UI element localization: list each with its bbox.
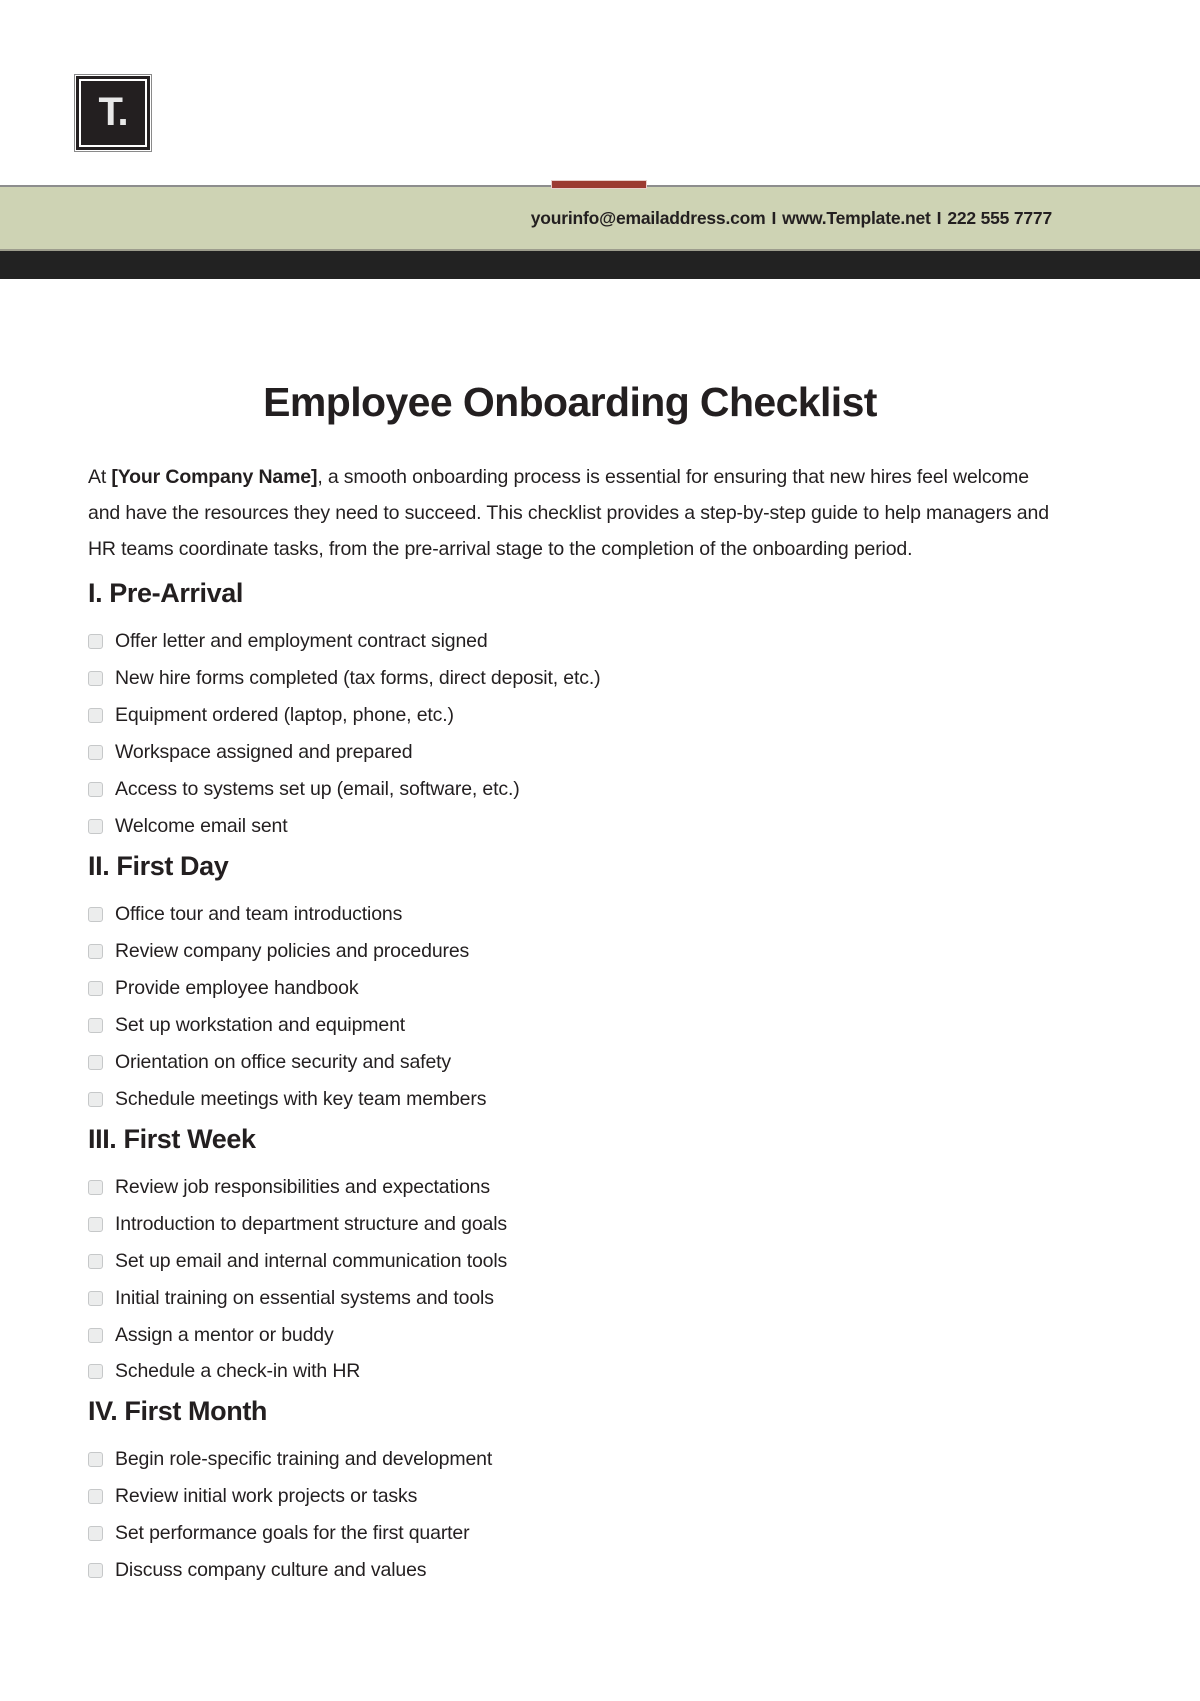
- contact-phone[interactable]: 222 555 7777: [947, 208, 1052, 228]
- contact-line: yourinfo@emailaddress.com Iwww.Template.n…: [531, 208, 1052, 229]
- checklist-item[interactable]: Provide employee handbook: [88, 976, 1052, 1001]
- checklist-item[interactable]: Set up workstation and equipment: [88, 1013, 1052, 1038]
- red-accent-bar: [551, 180, 647, 189]
- contact-website[interactable]: www.Template.net: [782, 208, 931, 228]
- checkbox-unchecked-icon[interactable]: [88, 907, 103, 922]
- checklist-item[interactable]: Introduction to department structure and…: [88, 1212, 1052, 1237]
- checkbox-unchecked-icon[interactable]: [88, 819, 103, 835]
- checkbox-unchecked-icon[interactable]: [88, 1179, 103, 1195]
- checklist-item[interactable]: Orientation on office security and safet…: [88, 1050, 1052, 1075]
- checklist-first-week: Review job responsibilities and expectat…: [88, 1175, 1052, 1385]
- section-heading-first-month: IV. First Month: [88, 1396, 268, 1427]
- checkbox-unchecked-icon[interactable]: [88, 980, 103, 996]
- contact-email[interactable]: yourinfo@emailaddress.com: [531, 208, 766, 228]
- document-header: yourinfo@emailaddress.com Iwww.Template.n…: [0, 180, 1200, 279]
- checklist-item[interactable]: Review company policies and procedures: [88, 939, 1052, 964]
- intro-prefix: At: [88, 466, 112, 489]
- page-title: Employee Onboarding Checklist: [263, 379, 877, 425]
- section-heading-first-week: III. First Week: [88, 1123, 256, 1154]
- checklist-item[interactable]: Equipment ordered (laptop, phone, etc.): [88, 703, 1052, 728]
- checklist-item[interactable]: New hire forms completed (tax forms, dir…: [88, 666, 1052, 691]
- checklist-item-label: Introduction to department structure and…: [115, 1212, 508, 1235]
- checklist-item[interactable]: Schedule meetings with key team members: [88, 1087, 1052, 1112]
- checkbox-unchecked-icon[interactable]: [88, 1489, 103, 1505]
- checkbox-unchecked-icon[interactable]: [88, 634, 103, 650]
- contact-separator-1: I: [771, 207, 777, 228]
- checklist-item[interactable]: Schedule a check-in with HR: [88, 1359, 1052, 1384]
- checklist-item[interactable]: Access to systems set up (email, softwar…: [88, 777, 1052, 802]
- checklist-item-label: Offer letter and employment contract sig…: [115, 630, 488, 653]
- logo-inner-frame: T.: [79, 79, 147, 147]
- checklist-item[interactable]: Begin role-specific training and develop…: [88, 1447, 1052, 1472]
- document-body: Employee Onboarding Checklist At [Your C…: [0, 379, 1200, 1583]
- checkbox-unchecked-icon[interactable]: [88, 1563, 103, 1579]
- checkbox-unchecked-icon[interactable]: [88, 1253, 103, 1269]
- checklist-item[interactable]: Discuss company culture and values: [88, 1558, 1052, 1583]
- checklist-item-label: Review company policies and procedures: [115, 939, 470, 962]
- checklist-item-label: Review initial work projects or tasks: [115, 1485, 418, 1508]
- checklist-item-label: Set up email and internal communication …: [115, 1249, 508, 1272]
- checklist-item[interactable]: Welcome email sent: [88, 814, 1052, 839]
- checkbox-unchecked-icon[interactable]: [88, 1216, 103, 1232]
- checkbox-unchecked-icon[interactable]: [88, 1017, 103, 1033]
- checkbox-unchecked-icon[interactable]: [88, 745, 103, 761]
- letter-t-period-logo: T.: [74, 74, 152, 152]
- checklist-item[interactable]: Assign a mentor or buddy: [88, 1323, 1052, 1348]
- section-heading-first-day: II. First Day: [88, 851, 229, 881]
- checkbox-unchecked-icon[interactable]: [88, 1290, 103, 1306]
- checklist-item-label: Assign a mentor or buddy: [115, 1323, 334, 1346]
- checkbox-unchecked-icon[interactable]: [88, 1327, 103, 1343]
- checkbox-unchecked-icon[interactable]: [88, 1054, 103, 1070]
- checklist-item-label: Schedule meetings with key team members: [115, 1087, 487, 1110]
- checklist-item-label: Discuss company culture and values: [115, 1559, 427, 1582]
- checkbox-unchecked-icon[interactable]: [88, 1364, 103, 1380]
- checklist-item[interactable]: Set up email and internal communication …: [88, 1249, 1052, 1274]
- checklist-item-label: Initial training on essential systems an…: [115, 1286, 494, 1309]
- checklist-item[interactable]: Workspace assigned and prepared: [88, 740, 1052, 765]
- checklist-item[interactable]: Offer letter and employment contract sig…: [88, 629, 1052, 654]
- checklist-item[interactable]: Office tour and team introductions: [88, 902, 1052, 927]
- checklist-pre-arrival: Offer letter and employment contract sig…: [88, 629, 1052, 839]
- contact-info-band: yourinfo@emailaddress.com Iwww.Template.n…: [0, 187, 1200, 249]
- checklist-item-label: Set up workstation and equipment: [115, 1013, 406, 1036]
- logo-text: T.: [98, 89, 128, 134]
- checklist-item-label: Schedule a check-in with HR: [115, 1360, 361, 1383]
- dark-footer-band: [0, 249, 1200, 279]
- contact-separator-2: I: [936, 207, 942, 228]
- checklist-item[interactable]: Set performance goals for the first quar…: [88, 1521, 1052, 1546]
- intro-company-placeholder: [Your Company Name]: [111, 466, 318, 489]
- logo-area: T.: [0, 0, 1200, 185]
- section-heading-pre-arrival: I. Pre-Arrival: [88, 578, 243, 609]
- checklist-item-label: Set performance goals for the first quar…: [115, 1522, 470, 1545]
- intro-paragraph: At [Your Company Name], a smooth onboard…: [88, 459, 1052, 567]
- checkbox-unchecked-icon[interactable]: [88, 708, 103, 724]
- checklist-item-label: Review job responsibilities and expectat…: [115, 1175, 490, 1198]
- checklist-item-label: Welcome email sent: [115, 815, 288, 838]
- checklist-item[interactable]: Review initial work projects or tasks: [88, 1484, 1052, 1509]
- checklist-item-label: Workspace assigned and prepared: [115, 741, 413, 764]
- checklist-item[interactable]: Review job responsibilities and expectat…: [88, 1175, 1052, 1200]
- checklist-first-month: Begin role-specific training and develop…: [88, 1447, 1052, 1583]
- checkbox-unchecked-icon[interactable]: [88, 943, 103, 959]
- checklist-item-label: Provide employee handbook: [115, 976, 359, 999]
- checkbox-unchecked-icon[interactable]: [88, 1091, 103, 1107]
- checkbox-unchecked-icon[interactable]: [88, 1452, 103, 1468]
- checklist-item-label: Office tour and team introductions: [115, 903, 403, 925]
- checklist-item-label: Equipment ordered (laptop, phone, etc.): [115, 704, 454, 727]
- checklist-item-label: New hire forms completed (tax forms, dir…: [115, 667, 601, 690]
- checklist-first-day: Office tour and team introductions Review…: [88, 902, 1052, 1112]
- checklist-item[interactable]: Initial training on essential systems an…: [88, 1286, 1052, 1311]
- checkbox-unchecked-icon[interactable]: [88, 782, 103, 798]
- checklist-item-label: Orientation on office security and safet…: [115, 1050, 452, 1073]
- checkbox-unchecked-icon[interactable]: [88, 1526, 103, 1542]
- checklist-item-label: Access to systems set up (email, softwar…: [115, 778, 520, 801]
- checklist-sections: I. Pre-Arrival Offer letter and employmen…: [88, 578, 1052, 1583]
- checkbox-unchecked-icon[interactable]: [88, 671, 103, 687]
- checklist-item-label: Begin role-specific training and develop…: [115, 1448, 493, 1471]
